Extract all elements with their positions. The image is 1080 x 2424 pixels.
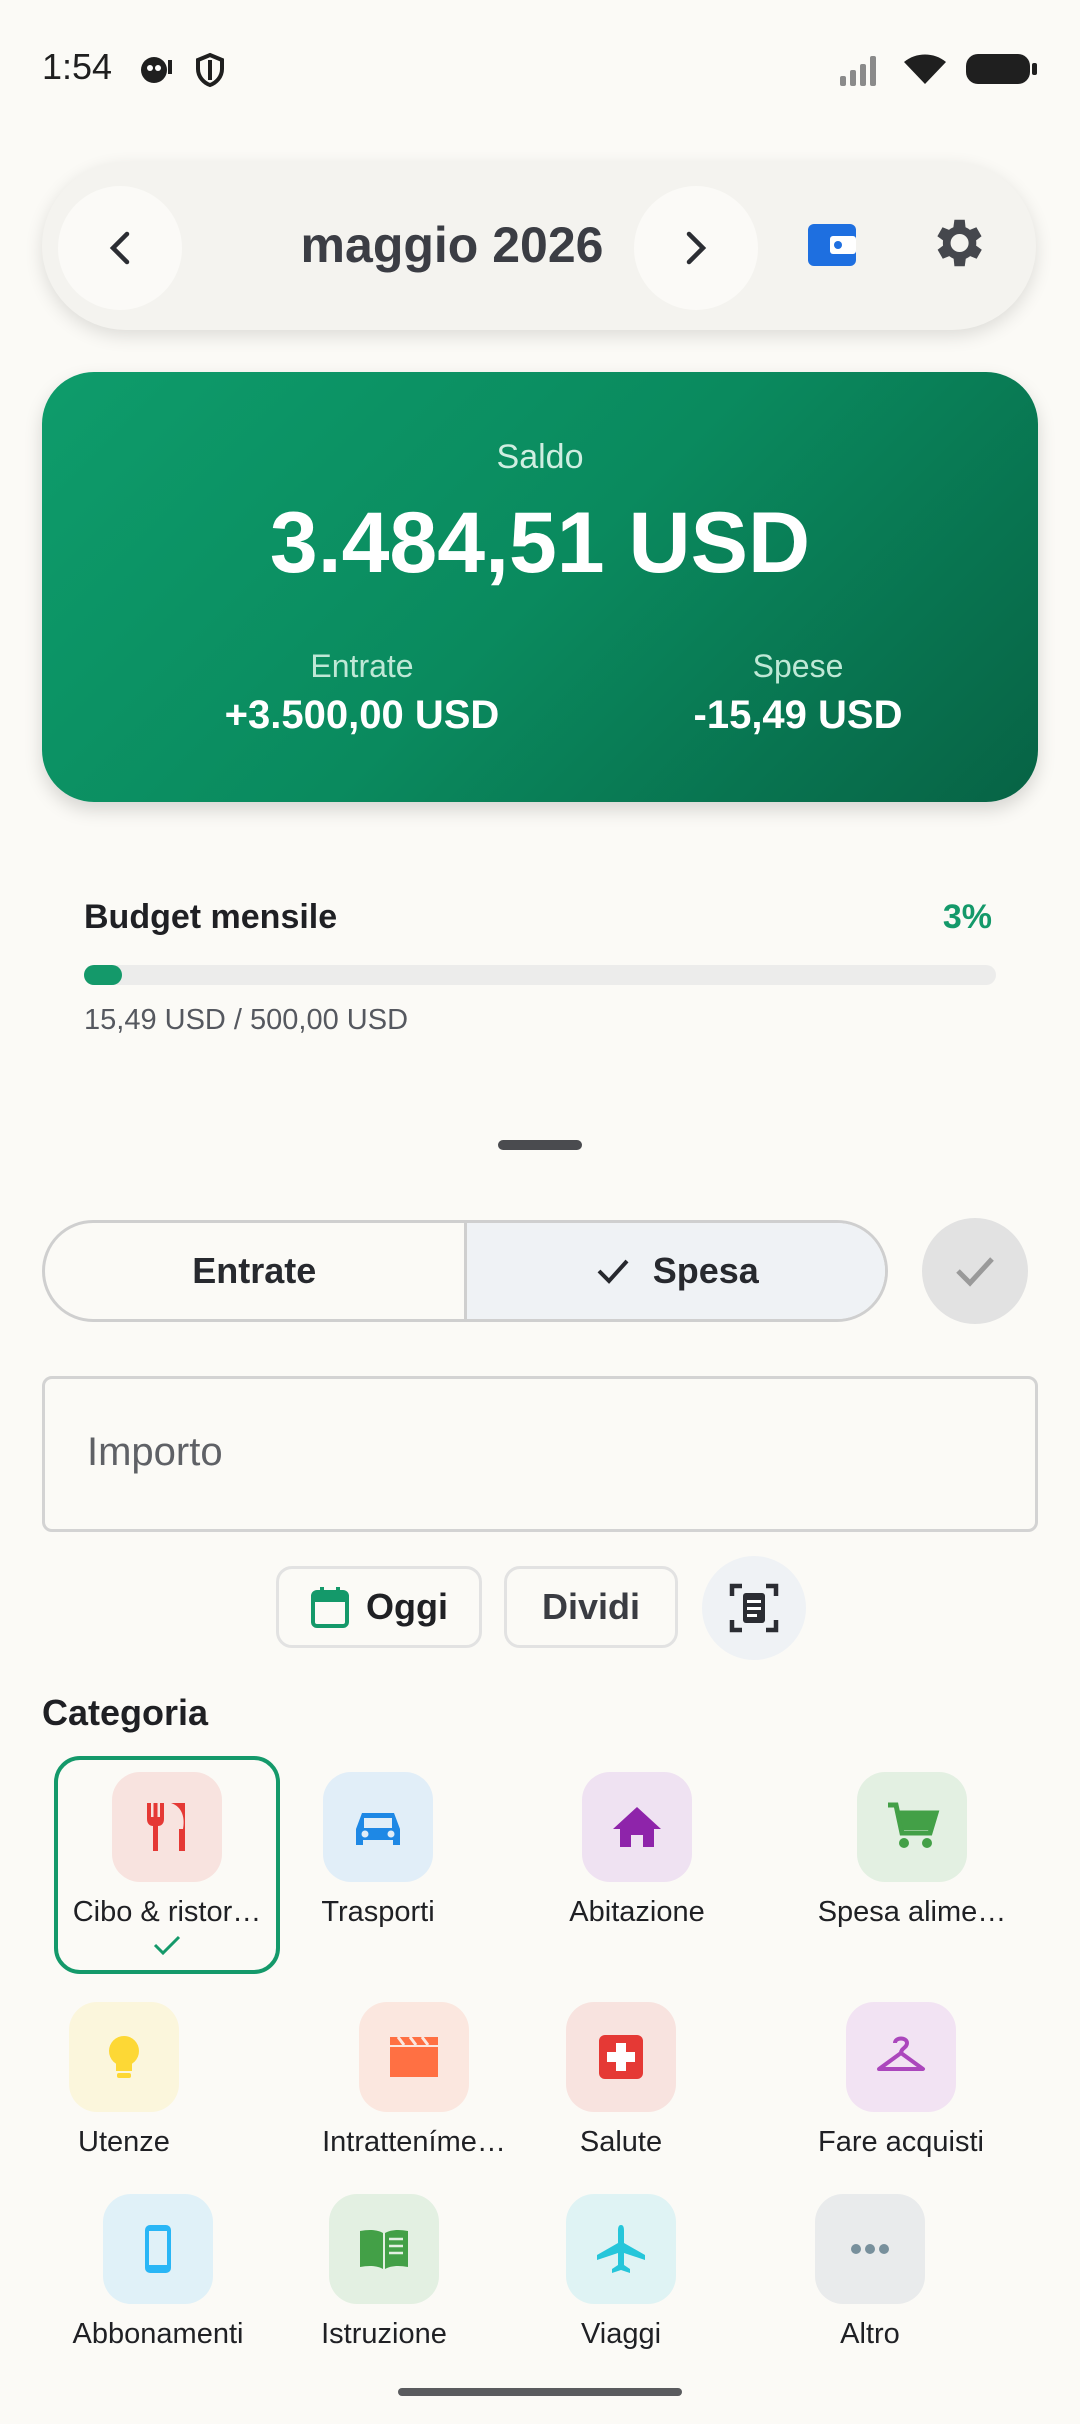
category-entertainment[interactable]: Intratteníme… [304,2002,524,2159]
category-education[interactable]: Istruzione [274,2194,494,2351]
next-month-button[interactable] [634,186,758,310]
type-expense-option[interactable]: Spesa [463,1223,885,1319]
month-selector: maggio 2026 [42,162,1036,330]
amount-input[interactable] [85,1429,989,1476]
date-chip[interactable]: Oggi [276,1566,482,1648]
save-transaction-button[interactable] [922,1218,1028,1324]
hanger-icon [846,2002,956,2112]
category-shopping[interactable]: Fare acquisti [791,2002,1011,2159]
budget-title: Budget mensile [84,898,338,936]
category-label: Altro [840,2318,900,2350]
category-label: Abitazione [569,1896,705,1928]
category-food[interactable]: Cibo & ristor… [57,1772,277,1962]
notification-icon [141,57,172,83]
clapperboard-icon [359,2002,469,2112]
status-notification-icons [136,52,226,88]
income-label: Entrate [310,648,414,684]
type-income-option[interactable]: Entrate [45,1223,464,1319]
category-subscriptions[interactable]: Abbonamenti [48,2194,268,2351]
category-label: Fare acquisti [817,2126,984,2158]
shield-icon [196,52,224,88]
category-label: Cibo & ristor… [72,1896,262,1928]
battery-icon [966,54,1037,84]
previous-month-button[interactable] [58,186,182,310]
date-chip-label: Oggi [366,1586,448,1627]
chevron-left-icon [109,231,130,265]
medical-icon [566,2002,676,2112]
wallet-button[interactable] [804,216,860,277]
status-system-icons [838,52,1038,86]
more-icon [815,2194,925,2304]
category-utilities[interactable]: Utenze [14,2002,234,2159]
budget-amounts: 15,49 USD / 500,00 USD [84,1004,409,1036]
balance-card: Saldo 3.484,51 USD Entrate +3.500,00 USD… [42,372,1038,802]
home-icon [582,1772,692,1882]
category-label: Istruzione [321,2318,447,2350]
car-icon [323,1772,433,1882]
category-section-title: Categoria [42,1692,209,1733]
wallet-icon [808,224,856,266]
balance-amount: 3.484,51 USD [269,495,811,591]
budget-percent: 3% [942,898,992,936]
type-income-label: Entrate [192,1250,317,1291]
settings-button[interactable] [926,212,988,279]
wifi-icon [904,54,946,84]
phone-icon [103,2194,213,2304]
check-icon [153,1935,181,1956]
category-groceries[interactable]: Spesa alime… [802,1772,1022,1929]
sheet-drag-handle[interactable] [498,1140,582,1150]
split-chip[interactable]: Dividi [504,1566,678,1648]
airplane-icon [566,2194,676,2304]
budget-progress-fill [84,965,123,985]
cart-icon [857,1772,967,1882]
status-time: 1:54 [42,46,113,87]
category-transport[interactable]: Trasporti [268,1772,488,1929]
category-label: Salute [579,2126,663,2158]
category-travel[interactable]: Viaggi [511,2194,731,2351]
category-other[interactable]: Altro [760,2194,980,2351]
category-label: Intratteníme… [322,2126,506,2158]
calendar-icon [311,1587,349,1628]
category-label: Spesa alime… [817,1896,1007,1928]
transaction-type-toggle: Entrate Spesa [42,1220,888,1322]
scan-receipt-button[interactable] [702,1556,806,1660]
check-icon [597,1259,629,1284]
chevron-right-icon [686,231,707,265]
category-label: Trasporti [321,1896,435,1928]
expense-label: Spese [752,648,844,684]
category-housing[interactable]: Abitazione [527,1772,747,1929]
month-title: maggio 2026 [300,217,604,273]
check-icon [956,1257,994,1287]
income-summary: Entrate +3.500,00 USD [152,648,572,738]
category-label: Viaggi [580,2318,662,2350]
restaurant-icon [112,1772,222,1882]
document-scanner-icon [729,1583,779,1633]
amount-field[interactable] [42,1376,1038,1532]
budget-progress-bar [84,965,996,985]
category-health[interactable]: Salute [511,2002,731,2159]
category-label: Abbonamenti [72,2318,244,2350]
lightbulb-icon [69,2002,179,2112]
gear-icon [937,219,982,267]
home-indicator[interactable] [398,2388,682,2396]
balance-label: Saldo [496,438,584,476]
expense-summary: Spese -15,49 USD [588,648,1008,738]
split-chip-label: Dividi [541,1586,640,1627]
book-icon [329,2194,439,2304]
signal-icon [840,56,876,86]
category-label: Utenze [78,2126,170,2158]
expense-value: -15,49 USD [693,693,903,737]
type-expense-label: Spesa [652,1250,759,1291]
income-value: +3.500,00 USD [224,693,500,737]
